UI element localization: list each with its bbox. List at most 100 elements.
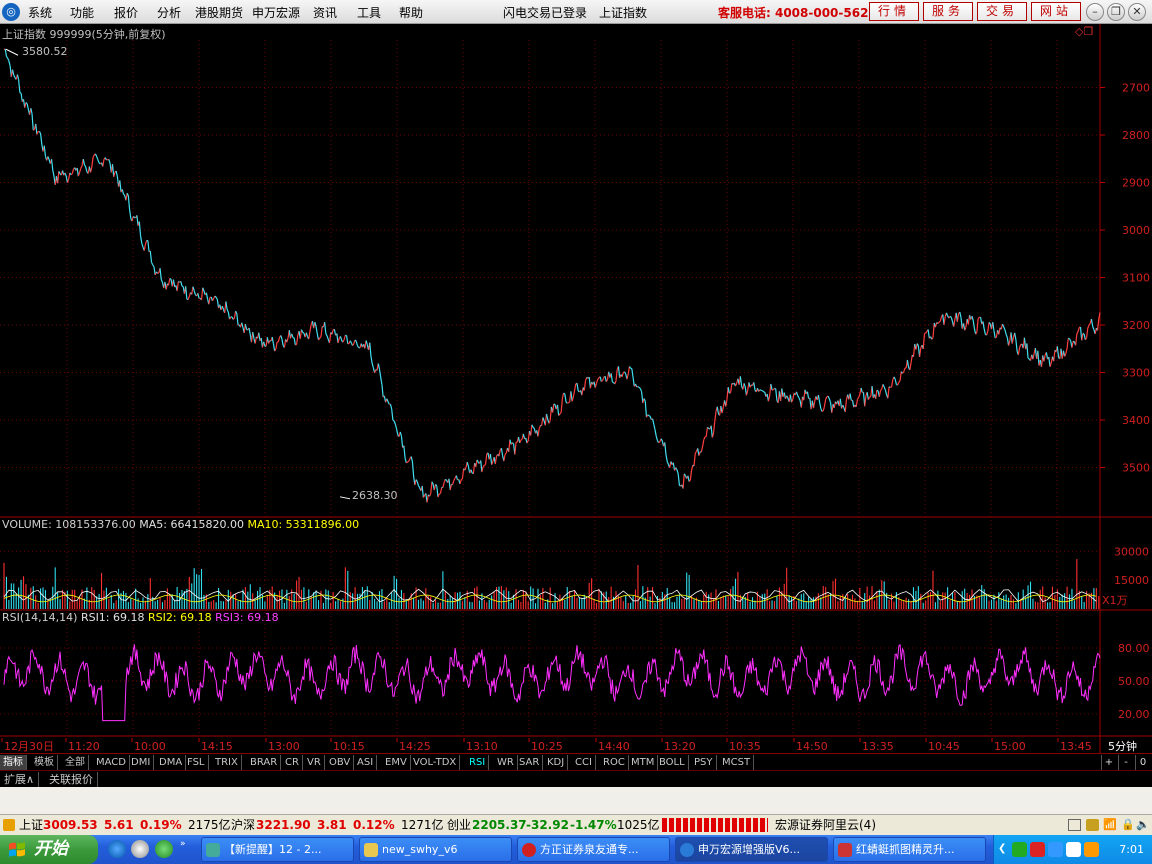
- rsi-axis-label: 50.00: [1118, 675, 1150, 688]
- menu-tools[interactable]: 工具: [357, 4, 381, 21]
- browser-icon[interactable]: [131, 840, 149, 858]
- tab-mtm[interactable]: MTM: [628, 755, 659, 770]
- time-axis-label: 10:25: [531, 740, 563, 753]
- status-bar: 上证 3009.53 5.61 0.19% 2175亿 沪深 3221.90 3…: [0, 814, 1152, 835]
- tab-模板[interactable]: 模板: [31, 755, 58, 770]
- zoom-in-button[interactable]: +: [1101, 755, 1116, 770]
- tab-kdj[interactable]: KDJ: [544, 755, 569, 770]
- tab-related-quotes[interactable]: 关联报价: [45, 772, 98, 787]
- price-segment: [532, 426, 535, 429]
- start-button[interactable]: 开始: [0, 835, 98, 864]
- tab-trix[interactable]: TRIX: [212, 755, 242, 770]
- task-item-1[interactable]: 【新提醒】12 - 2...: [201, 837, 354, 862]
- windows-flag-icon: [9, 842, 25, 857]
- tab-fsl[interactable]: FSL: [184, 755, 209, 770]
- time-axis-label: 10:45: [928, 740, 960, 753]
- panel-expand-icon[interactable]: ◇❐: [1075, 25, 1093, 38]
- tray-expand-icon[interactable]: ❮: [998, 843, 1006, 854]
- price-segment: [759, 389, 762, 391]
- tab-boll[interactable]: BOLL: [656, 755, 689, 770]
- menu-analysis[interactable]: 分析: [157, 4, 181, 21]
- price-segment: [937, 321, 940, 324]
- website-button[interactable]: 网站: [1031, 2, 1081, 21]
- tab-brar[interactable]: BRAR: [247, 755, 282, 770]
- tab-roc[interactable]: ROC: [600, 755, 629, 770]
- sound-icon[interactable]: 🔈: [1136, 815, 1150, 835]
- tab-指标[interactable]: 指标: [0, 755, 27, 770]
- menu-hk-futures[interactable]: 港股期货: [195, 4, 243, 21]
- tab-全部[interactable]: 全部: [62, 755, 89, 770]
- task-item-4-active[interactable]: 申万宏源增强版V6...: [675, 837, 828, 862]
- clock: 7:01: [1119, 843, 1144, 856]
- tab-mcst[interactable]: MCST: [719, 755, 755, 770]
- kline-chart[interactable]: 3500 3400 3300 3200 3100 3000 2900 2800 2700 1500…: [0, 24, 1152, 754]
- price-axis-label: 3400: [1122, 414, 1150, 427]
- tab-vr[interactable]: VR: [304, 755, 325, 770]
- time-axis-label: 11:20: [68, 740, 100, 753]
- menu-system[interactable]: 系统: [28, 4, 52, 21]
- menu-news[interactable]: 资讯: [313, 4, 337, 21]
- hs-label: 沪深: [231, 818, 256, 832]
- time-axis-label: 13:35: [862, 740, 894, 753]
- tab-obv[interactable]: OBV: [326, 755, 355, 770]
- notify-icon[interactable]: [1086, 819, 1099, 831]
- sh-change: 5.61: [104, 818, 134, 832]
- reset-button[interactable]: 0: [1135, 755, 1150, 770]
- task-icon: [680, 843, 694, 857]
- menu-function[interactable]: 功能: [70, 4, 94, 21]
- expand-quick-launch-icon[interactable]: »: [180, 839, 186, 849]
- tab-macd[interactable]: MACD: [93, 755, 130, 770]
- service-button[interactable]: 服务: [923, 2, 973, 21]
- tab-emv[interactable]: EMV: [382, 755, 411, 770]
- hs-amount: 1271亿: [401, 818, 444, 832]
- window-icon[interactable]: [1068, 819, 1081, 831]
- price-segment: [483, 464, 486, 466]
- tab-psy[interactable]: PSY: [691, 755, 717, 770]
- price-segment: [565, 401, 568, 404]
- restore-icon[interactable]: ❐: [1107, 3, 1125, 21]
- lock-icon[interactable]: 🔒: [1121, 815, 1135, 835]
- price-axis-label: 3000: [1122, 224, 1150, 237]
- tab-dmi[interactable]: DMI: [128, 755, 155, 770]
- menu-help[interactable]: 帮助: [399, 4, 423, 21]
- tray-icon[interactable]: [1012, 842, 1027, 857]
- price-segment: [658, 441, 661, 444]
- tray-icon[interactable]: [1084, 842, 1099, 857]
- cy-change: -32.92: [526, 818, 569, 832]
- price-segment: [132, 216, 135, 218]
- menu-quote[interactable]: 报价: [114, 4, 138, 21]
- zoom-out-button[interactable]: -: [1118, 755, 1133, 770]
- tab-vol-tdx[interactable]: VOL-TDX: [410, 755, 461, 770]
- tab-expand[interactable]: 扩展∧: [0, 772, 40, 787]
- tab-cci[interactable]: CCI: [572, 755, 596, 770]
- price-segment: [994, 336, 997, 339]
- price-panel-title: 上证指数 999999(5分钟,前复权): [2, 28, 166, 41]
- task-item-5[interactable]: 红蜻蜓抓图精灵升...: [833, 837, 986, 862]
- time-axis-label: 10:00: [134, 740, 166, 753]
- price-segment: [821, 410, 824, 413]
- close-icon[interactable]: ✕: [1128, 3, 1146, 21]
- tab-wr[interactable]: WR: [494, 755, 518, 770]
- tray-icon[interactable]: [1030, 842, 1045, 857]
- trade-button[interactable]: 交易: [977, 2, 1027, 21]
- minimize-icon[interactable]: –: [1086, 3, 1104, 21]
- task-item-3[interactable]: 方正证券泉友通专...: [517, 837, 670, 862]
- folder-icon: [364, 843, 378, 857]
- tab-cr[interactable]: CR: [282, 755, 303, 770]
- tab-rsi[interactable]: RSI: [466, 755, 490, 770]
- tray-icon[interactable]: [1048, 842, 1063, 857]
- tray-icon[interactable]: [1066, 842, 1081, 857]
- price-segment: [232, 317, 235, 320]
- tab-sar[interactable]: SAR: [516, 755, 544, 770]
- task-item-2[interactable]: new_swhy_v6: [359, 837, 512, 862]
- time-axis-label: 15:00: [994, 740, 1026, 753]
- ie-icon[interactable]: [108, 840, 126, 858]
- menu-swhy[interactable]: 申万宏源: [252, 4, 300, 21]
- cy-pct: -1.47%: [570, 818, 617, 832]
- quick-launch-icon[interactable]: [155, 840, 173, 858]
- market-button[interactable]: 行情: [869, 2, 919, 21]
- price-segment: [1072, 340, 1075, 343]
- tab-asi[interactable]: ASI: [354, 755, 378, 770]
- price-segment: [938, 320, 941, 323]
- tab-dma[interactable]: DMA: [156, 755, 187, 770]
